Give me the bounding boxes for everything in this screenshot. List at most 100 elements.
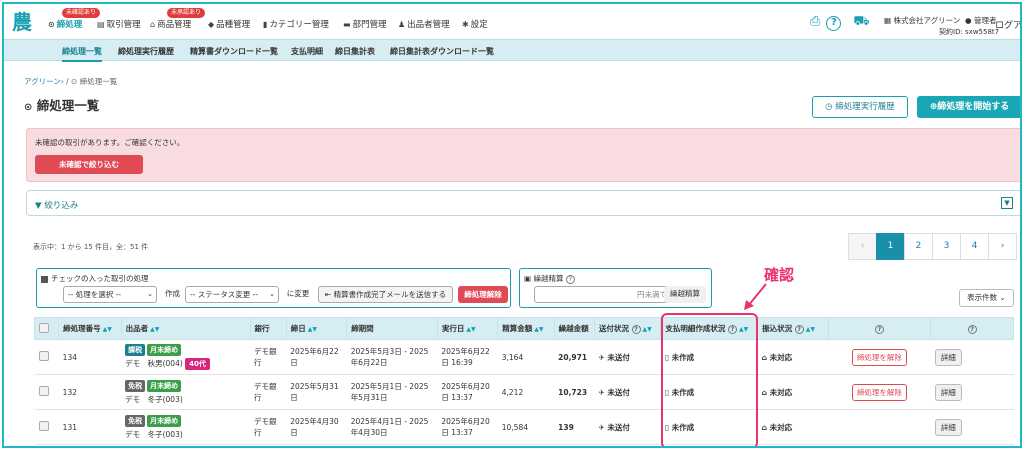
cell-release: 締処理を解除 <box>828 374 931 410</box>
help-icon[interactable]: ? <box>565 275 575 284</box>
button-label: 締処理を開始する <box>937 102 1010 112</box>
detail-button[interactable]: 詳細 <box>934 348 962 366</box>
nav-item-settings[interactable]: ✱ 設定 <box>462 18 488 32</box>
help-icon[interactable]: ? <box>967 324 977 334</box>
nav-item-products[interactable]: ⌂ 商品管理 <box>150 18 191 32</box>
nav-item-varieties[interactable]: ◆ 品種管理 <box>208 18 250 32</box>
header-seller[interactable]: 出品者 ▲▼ <box>120 317 251 340</box>
help-icon[interactable]: ? <box>874 324 884 334</box>
release-closing-button[interactable]: 締処理解除 <box>458 286 508 303</box>
carryover-input[interactable]: 円未満で <box>534 286 672 303</box>
cell-send-status: ✈ 未送付 <box>594 374 661 410</box>
sort-icon[interactable]: ▲▼ <box>643 326 652 333</box>
help-icon[interactable]: ? <box>826 16 842 31</box>
nav-item-departments[interactable]: ▬ 部門管理 <box>343 18 387 32</box>
app-logo[interactable]: 農 <box>12 10 34 34</box>
page-prev[interactable]: ‹ <box>848 233 877 260</box>
subnav-closing-history[interactable]: 締処理実行履歴 <box>118 46 174 57</box>
header-send-status[interactable]: 送付状況 ? ▲▼ <box>593 317 662 340</box>
cell-id: 131 <box>58 409 122 445</box>
header-id[interactable]: 締処理番号 ▲▼ <box>58 317 122 340</box>
tax-tag: 免税 <box>125 379 146 392</box>
header-label: 銀行 <box>254 324 270 333</box>
sort-icon[interactable]: ▲▼ <box>103 326 112 333</box>
collapse-toggle-icon[interactable]: ▼ <box>1001 197 1013 209</box>
button-label: 締処理実行履歴 <box>835 102 895 112</box>
release-row-button[interactable]: 締処理を解除 <box>851 383 907 401</box>
start-closing-button[interactable]: ⊕締処理を開始する <box>917 96 1020 118</box>
seller-name: デモ 冬子(003) <box>125 429 183 439</box>
sort-icon[interactable]: ▲▼ <box>534 326 543 333</box>
header-tools: ⎙? ⛟ <box>810 14 876 31</box>
filter-label[interactable]: ▼ 絞り込み <box>35 199 78 211</box>
unconfirmed-alert: 未確認の取引があります。ご確認ください。 未確認で絞り込む <box>26 128 1020 182</box>
checkbox[interactable] <box>38 351 49 361</box>
sort-icon[interactable]: ▲▼ <box>308 326 317 333</box>
sort-icon[interactable]: ▲▼ <box>466 326 475 333</box>
subnav-payment-details[interactable]: 支払明細 <box>291 46 323 57</box>
seller-name: デモ 冬子(003) <box>125 394 183 404</box>
book-icon: ▮ <box>263 20 268 29</box>
table-row[interactable]: 134 課税 月末締め デモ 秋男(004) 40代 デモ銀行 2025年6月22… <box>34 339 1014 375</box>
subnav-closing-summary[interactable]: 締日集計表 <box>335 46 375 57</box>
row-select[interactable] <box>34 409 59 445</box>
subnav-closing-list[interactable]: 締処理一覧 <box>62 46 102 62</box>
sort-icon[interactable]: ▲▼ <box>150 326 159 333</box>
header-label: 実行日 <box>441 324 465 333</box>
bulk-action-panel: チェックの入った取引の処理 -- 処理を選択 -- ⌄ 作成 -- ステータス変更… <box>36 268 511 308</box>
checkbox[interactable] <box>38 421 49 431</box>
cell-send-status: ✈ 未送付 <box>594 339 661 375</box>
breadcrumb-home[interactable]: アグリーン <box>24 77 61 86</box>
print-icon[interactable]: ⎙ <box>810 14 820 29</box>
carryover-button[interactable]: 繰越精算 <box>664 286 706 303</box>
row-select[interactable] <box>34 339 59 375</box>
nav-item-transactions[interactable]: ▤ 取引管理 <box>97 18 141 32</box>
user-icon: ● <box>965 16 972 25</box>
page-4[interactable]: 4 <box>960 233 989 260</box>
subnav-statement-downloads[interactable]: 精算書ダウンロード一覧 <box>190 46 278 57</box>
filter-unconfirmed-button[interactable]: 未確認で絞り込む <box>35 155 143 174</box>
detail-button[interactable]: 詳細 <box>934 418 962 436</box>
row-select[interactable] <box>34 374 59 410</box>
nav-item-categories[interactable]: ▮ カテゴリー管理 <box>263 18 329 32</box>
table-row[interactable]: 131 免税 月末締め デモ 冬子(003) デモ銀行 2025年4月30日 20… <box>34 409 1014 445</box>
table-header-row: 締処理番号 ▲▼ 出品者 ▲▼ 銀行 締日 ▲▼ 締期間 実行日 ▲▼ 精算金額 ▲▼ 繰… <box>33 317 1014 340</box>
page-next[interactable]: › <box>988 233 1017 260</box>
nav-item-closing[interactable]: ⊙ 締処理 <box>48 18 82 32</box>
help-icon[interactable]: ? <box>794 325 804 334</box>
closing-history-button[interactable]: ◷ 締処理実行履歴 <box>812 96 908 118</box>
per-page-select[interactable]: 表示件数 ⌄ <box>959 289 1014 307</box>
nav-item-sellers[interactable]: ♟ 出品者管理 <box>398 18 450 32</box>
create-button[interactable]: 作成 <box>161 286 181 303</box>
account-info[interactable]: ▦ 株式会社アグリーン ● 管理者 <box>884 15 996 26</box>
page-3[interactable]: 3 <box>932 233 961 260</box>
page-2[interactable]: 2 <box>904 233 933 260</box>
send-mail-button[interactable]: ⇤ 精算書作成完了メールを送信する <box>318 286 453 303</box>
cell-detail: 詳細 <box>930 409 1014 445</box>
checkbox[interactable] <box>38 386 49 396</box>
detail-button[interactable]: 詳細 <box>934 383 962 401</box>
header-exec-date[interactable]: 実行日 ▲▼ <box>436 317 499 340</box>
page-1[interactable]: 1 <box>876 233 905 260</box>
sort-icon[interactable]: ▲▼ <box>806 326 815 333</box>
process-select[interactable]: -- 処理を選択 -- ⌄ <box>63 286 157 303</box>
logout-link[interactable]: ログア <box>995 18 1020 31</box>
header-select-all[interactable] <box>33 317 60 340</box>
cart-icon[interactable]: ⛟ <box>853 14 869 31</box>
status-select[interactable]: -- ステータス変更 -- ⌄ <box>185 286 279 303</box>
table-row[interactable]: 132 免税 月末締め デモ 冬子(003) デモ銀行 2025年5月31日 20… <box>34 374 1014 410</box>
status-text: 未対応 <box>769 422 793 432</box>
calculator-icon: ▣ <box>524 274 532 283</box>
age-tag: 40代 <box>185 358 210 370</box>
header-transfer-status[interactable]: 振込状況 ? ▲▼ <box>757 317 829 340</box>
filter-panel[interactable]: ▼ 絞り込み ▼ <box>26 190 1020 216</box>
cell-bank: デモ銀行 <box>250 409 287 445</box>
bulk-action-title: チェックの入った取引の処理 <box>41 273 149 284</box>
release-row-button[interactable]: 締処理を解除 <box>851 348 907 366</box>
bank-icon: ⌂ <box>761 387 767 397</box>
subnav-summary-downloads[interactable]: 締日集計表ダウンロード一覧 <box>390 46 494 57</box>
header-amount[interactable]: 精算金額 ▲▼ <box>497 317 555 340</box>
help-icon[interactable]: ? <box>631 325 641 334</box>
header-closing-date[interactable]: 締日 ▲▼ <box>285 317 348 340</box>
checkbox[interactable] <box>39 322 49 333</box>
